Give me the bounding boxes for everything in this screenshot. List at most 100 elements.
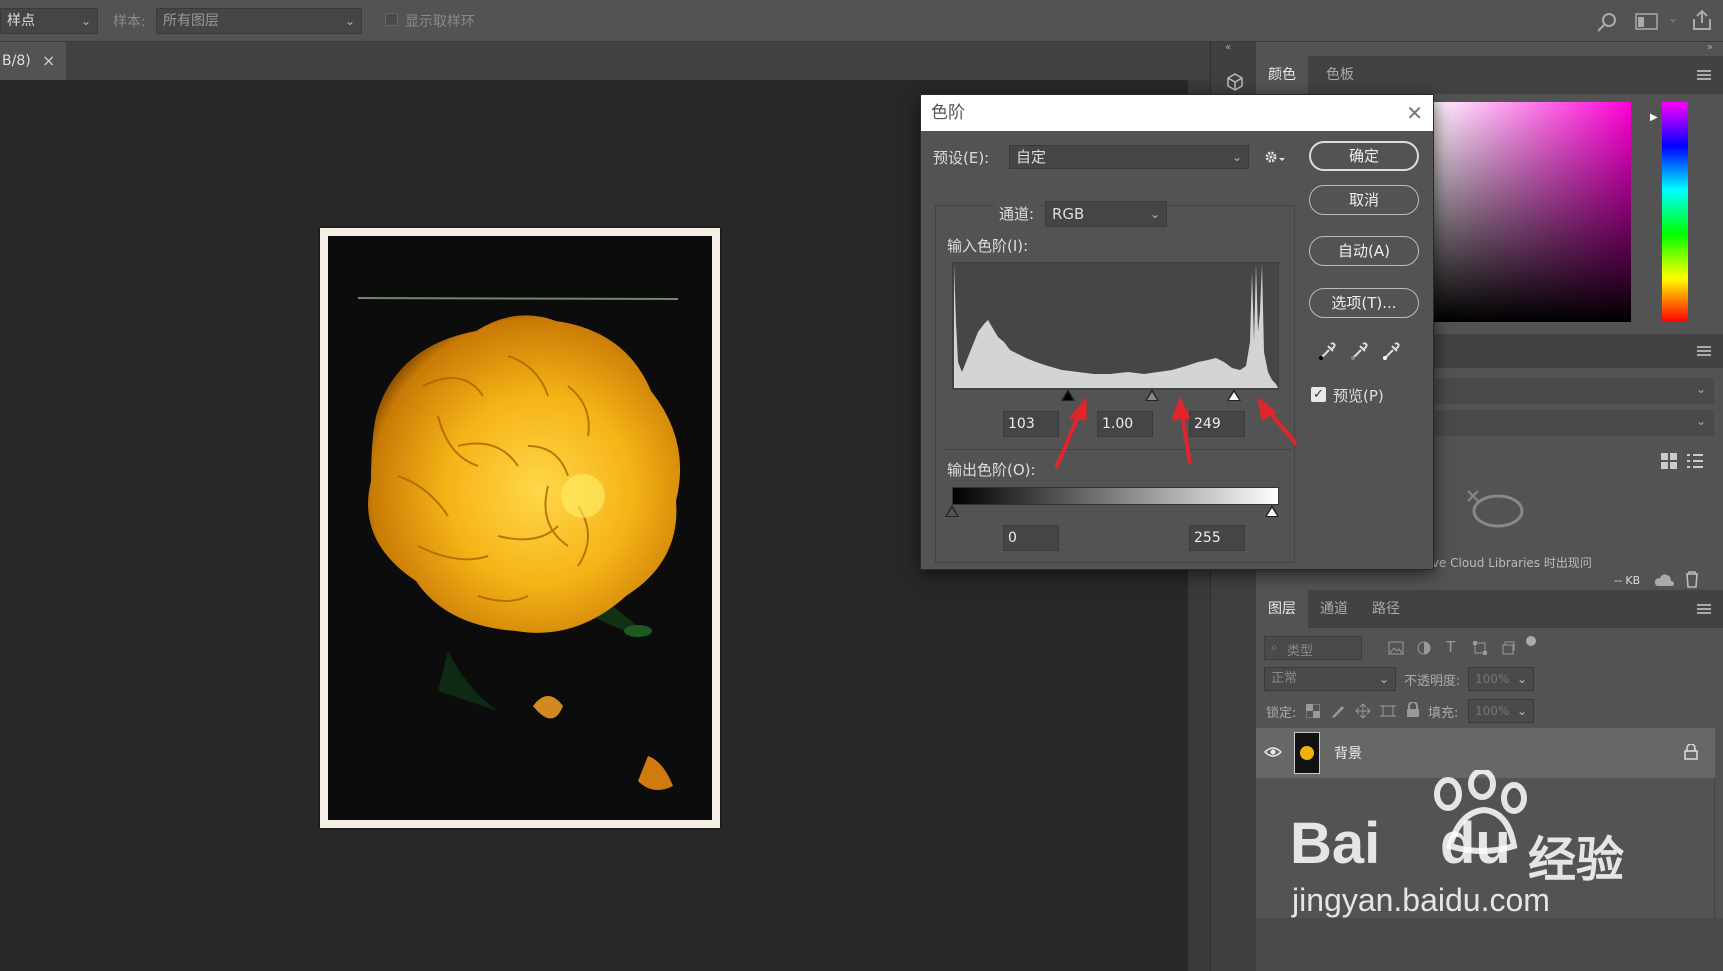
- annotation-arrows: [1054, 396, 1298, 469]
- blend-mode-value: 正常: [1271, 671, 1298, 686]
- sample-value: 所有图层: [163, 13, 219, 29]
- watermark-brand: Bai: [1290, 811, 1381, 876]
- chevron-down-icon: ⌄: [344, 14, 355, 28]
- expand-icon[interactable]: »: [1707, 42, 1713, 53]
- input-levels-label: 输入色阶(I):: [947, 237, 1029, 255]
- sample-label: 样本:: [113, 14, 146, 30]
- auto-button[interactable]: 自动(A): [1309, 236, 1419, 266]
- output-levels-label: 输出色阶(O):: [947, 461, 1036, 479]
- show-ring-label: 显示取样环: [405, 14, 475, 30]
- collapse-icon[interactable]: «: [1225, 42, 1231, 53]
- color-picker-field[interactable]: [1426, 102, 1631, 322]
- watermark-brand-du: du: [1440, 811, 1511, 876]
- panel-menu-icon[interactable]: [1697, 604, 1711, 614]
- fill-label: 填充:: [1428, 706, 1459, 721]
- layer-filter-dropdown[interactable]: ⌕ 类型: [1264, 636, 1362, 660]
- preset-dropdown[interactable]: 自定 ⌄: [1009, 145, 1249, 169]
- options-button[interactable]: 选项(T)...: [1309, 288, 1419, 318]
- ok-button[interactable]: 确定: [1309, 141, 1419, 171]
- share-icon[interactable]: [1690, 8, 1714, 32]
- search-icon[interactable]: [1596, 11, 1618, 33]
- chevron-down-icon: ⌄: [1695, 414, 1706, 428]
- white-eyedropper-icon[interactable]: [1381, 340, 1401, 362]
- lock-artboard-icon[interactable]: [1380, 703, 1396, 719]
- document-tab-title: B/8): [2, 53, 31, 69]
- list-view-icon[interactable]: [1686, 452, 1704, 470]
- smart-object-filter-icon[interactable]: [1500, 640, 1516, 656]
- document-image: [320, 228, 720, 828]
- layer-thumbnail: [1294, 732, 1320, 774]
- close-icon[interactable]: ✕: [1406, 95, 1423, 131]
- output-white-slider-fill: [1267, 508, 1277, 516]
- image-filter-icon[interactable]: [1388, 641, 1404, 655]
- lock-pixels-icon[interactable]: [1330, 703, 1346, 719]
- chevron-down-icon: ⌄: [1516, 672, 1527, 686]
- histogram[interactable]: [952, 262, 1279, 390]
- trash-icon[interactable]: [1684, 570, 1700, 588]
- layer-filter-value: 类型: [1287, 644, 1314, 659]
- output-gradient: [952, 487, 1279, 505]
- eye-icon[interactable]: [1264, 746, 1282, 758]
- cancel-button[interactable]: 取消: [1309, 185, 1419, 215]
- panel-menu-icon[interactable]: [1697, 70, 1711, 80]
- search-icon: ⌕: [1271, 640, 1278, 654]
- lock-all-icon[interactable]: [1406, 702, 1420, 718]
- shape-filter-icon[interactable]: [1472, 640, 1488, 656]
- fill-value: 100%: [1475, 704, 1510, 718]
- tab-swatches[interactable]: 色板: [1314, 56, 1366, 94]
- photo-content: [328, 236, 712, 820]
- chevron-down-icon: ⌄: [1695, 382, 1706, 396]
- watermark-url: jingyan.baidu.com: [1292, 882, 1550, 918]
- lock-position-icon[interactable]: [1355, 703, 1371, 719]
- grid-view-icon[interactable]: [1660, 452, 1678, 470]
- tab-color[interactable]: 颜色: [1256, 56, 1308, 94]
- watermark: Bai du 经验 jingyan.baidu.com: [1290, 770, 1710, 950]
- library-size: -- KB: [1614, 574, 1641, 587]
- chevron-down-icon[interactable]: ⌄: [1668, 11, 1678, 25]
- chevron-down-icon: ⌄: [1149, 207, 1160, 221]
- dialog-title: 色阶: [931, 103, 965, 123]
- 3d-cube-icon[interactable]: [1225, 72, 1245, 92]
- hue-slider[interactable]: [1662, 102, 1688, 322]
- gray-eyedropper-icon[interactable]: [1349, 340, 1369, 362]
- lock-icon: [1684, 744, 1698, 760]
- output-white-field[interactable]: 255: [1189, 525, 1245, 551]
- panel-menu-icon[interactable]: [1697, 346, 1711, 356]
- blend-mode-dropdown[interactable]: 正常 ⌄: [1264, 667, 1396, 691]
- chevron-down-icon: ⌄: [1516, 704, 1527, 718]
- chevron-down-icon: ⌄: [1231, 150, 1242, 164]
- channel-value: RGB: [1052, 205, 1085, 223]
- document-tab-bar: [0, 42, 1210, 80]
- sample-dropdown[interactable]: 所有图层 ⌄: [156, 8, 362, 34]
- type-filter-icon[interactable]: T: [1446, 638, 1455, 656]
- gear-icon[interactable]: [1263, 149, 1285, 165]
- sample-size-dropdown[interactable]: 样点 ⌄: [0, 8, 98, 34]
- show-ring-checkbox[interactable]: [385, 13, 398, 26]
- tab-channels[interactable]: 通道: [1308, 590, 1360, 628]
- lock-label: 锁定:: [1266, 706, 1297, 721]
- close-icon[interactable]: ×: [42, 42, 55, 80]
- adjustment-filter-icon[interactable]: [1416, 640, 1432, 656]
- preview-checkbox[interactable]: ✓: [1311, 387, 1326, 402]
- output-black-field[interactable]: 0: [1003, 525, 1059, 551]
- filter-toggle[interactable]: [1526, 636, 1536, 646]
- channel-dropdown[interactable]: RGB ⌄: [1045, 201, 1167, 227]
- cloud-sync-icon[interactable]: [1654, 572, 1676, 590]
- opacity-field[interactable]: 100% ⌄: [1468, 667, 1534, 691]
- layers-panel-tabs: 图层 通道 路径: [1256, 590, 1723, 628]
- preview-label: 预览(P): [1333, 387, 1384, 405]
- flower-thumb: [1300, 746, 1314, 760]
- lock-transparent-icon[interactable]: [1306, 704, 1320, 718]
- hue-pointer-icon[interactable]: ▶: [1650, 112, 1658, 123]
- document-tab[interactable]: B/8) ×: [0, 42, 66, 80]
- tab-paths[interactable]: 路径: [1360, 590, 1412, 628]
- black-eyedropper-icon[interactable]: [1317, 340, 1337, 362]
- chevron-down-icon: ⌄: [80, 14, 91, 28]
- preset-value: 自定: [1016, 148, 1047, 166]
- tab-layers[interactable]: 图层: [1256, 590, 1308, 628]
- workspace-icon[interactable]: [1635, 13, 1659, 31]
- channel-label: 通道:: [995, 203, 1039, 224]
- creative-cloud-icon: [1467, 490, 1524, 528]
- fill-field[interactable]: 100% ⌄: [1468, 699, 1534, 723]
- color-panel-tabs: 颜色 色板: [1256, 56, 1723, 94]
